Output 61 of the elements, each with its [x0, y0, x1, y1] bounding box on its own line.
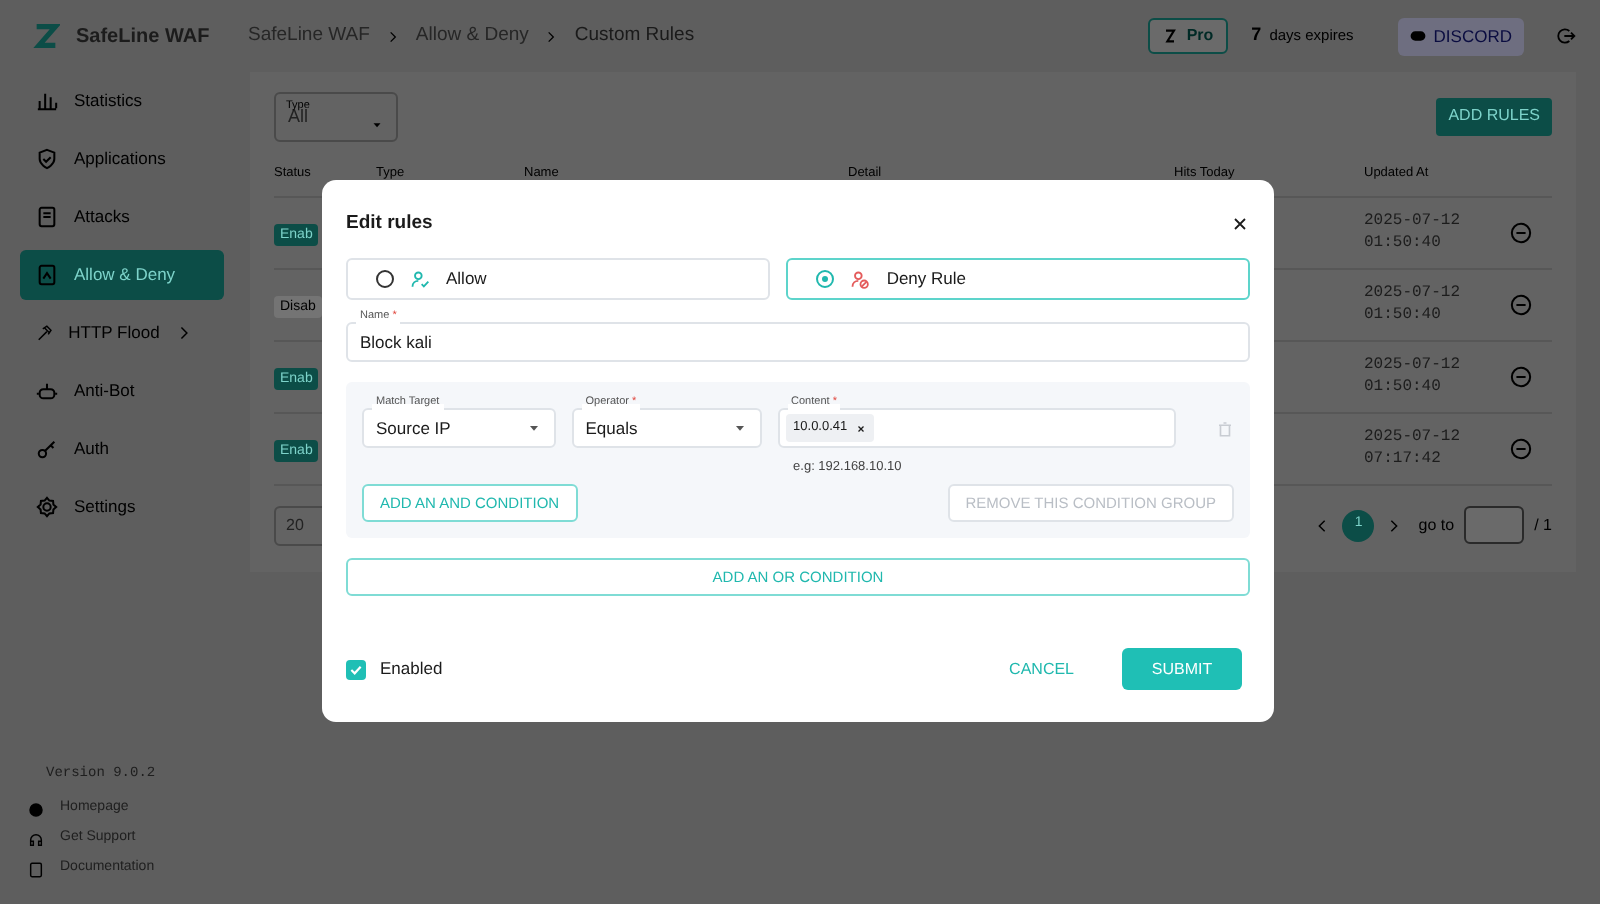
close-icon[interactable]: [1230, 214, 1250, 235]
remove-icon[interactable]: [1510, 438, 1532, 460]
logout-icon[interactable]: [1556, 26, 1576, 46]
chart-icon: [36, 90, 58, 112]
hammer-icon: [36, 322, 53, 344]
chevron-left-icon[interactable]: [1314, 517, 1331, 533]
submit-button[interactable]: SUBMIT: [1122, 648, 1242, 690]
enabled-label: Enabled: [380, 656, 443, 682]
sidebar-item[interactable]: Allow & Deny: [20, 250, 224, 300]
logo-icon: [1162, 28, 1179, 44]
radio-button[interactable]: [816, 270, 835, 289]
page-total: / 1: [1534, 513, 1552, 537]
rule-type-label: Deny Rule: [886, 266, 966, 293]
updated-at: 2025-07-12 01:50:40: [1364, 212, 1463, 254]
sidebar-item[interactable]: Applications: [20, 134, 224, 184]
check-icon: [348, 661, 364, 677]
goto-label: go to: [1418, 513, 1455, 537]
caret-down-icon: [370, 117, 384, 131]
rule-type-label: Allow: [446, 266, 487, 293]
chevron-right-icon: [385, 29, 400, 43]
page-input[interactable]: [1464, 506, 1525, 544]
close-icon[interactable]: [855, 423, 866, 434]
sidebar-item[interactable]: HTTP Flood: [20, 308, 224, 358]
updated-at: 2025-07-12 07:17:42: [1364, 428, 1463, 470]
person-check-icon: [410, 269, 430, 290]
key-icon: [36, 438, 58, 460]
sidebar-item[interactable]: Settings: [20, 482, 224, 532]
shield-icon: [36, 148, 58, 170]
document-icon: [36, 264, 58, 286]
cancel-button[interactable]: CANCEL: [997, 655, 1086, 683]
robot-icon: [36, 380, 58, 402]
radio-button[interactable]: [376, 270, 394, 289]
rule-type-option[interactable]: Deny Rule: [786, 258, 1250, 301]
breadcrumb-link[interactable]: Allow & Deny: [415, 21, 529, 51]
discord-button[interactable]: DISCORD: [1397, 17, 1524, 55]
app-name: SafeLine WAF: [76, 23, 210, 51]
sidebar-item[interactable]: Statistics: [20, 76, 224, 126]
remove-icon[interactable]: [1510, 294, 1532, 316]
add-rules-button[interactable]: ADD RULES: [1436, 97, 1552, 135]
sidebar-item[interactable]: Anti-Bot: [20, 366, 224, 416]
gear-icon: [36, 496, 58, 518]
document-icon: [28, 861, 44, 877]
dialog-title: Edit rules: [346, 210, 433, 238]
breadcrumb-link[interactable]: SafeLine WAF: [248, 21, 370, 51]
person-block-icon: [850, 269, 871, 290]
days-count: 7: [1251, 22, 1262, 49]
remove-icon[interactable]: [1510, 366, 1532, 388]
updated-at: 2025-07-12 01:50:40: [1364, 284, 1463, 326]
chevron-right-icon[interactable]: [1386, 517, 1403, 533]
updated-at: 2025-07-12 01:50:40: [1364, 356, 1463, 398]
remove-icon[interactable]: [1510, 222, 1532, 244]
sidebar-item[interactable]: Attacks: [20, 192, 224, 242]
logo-icon: [32, 22, 60, 50]
headset-icon: [28, 831, 44, 847]
document-icon: [36, 206, 58, 228]
sidebar-item[interactable]: Auth: [20, 424, 224, 474]
enabled-checkbox[interactable]: [346, 659, 366, 679]
rule-type-option[interactable]: Allow: [346, 258, 771, 301]
pro-button[interactable]: Pro: [1148, 18, 1228, 54]
breadcrumb-link[interactable]: Custom Rules: [574, 21, 695, 51]
chevron-right-icon: [544, 29, 559, 43]
